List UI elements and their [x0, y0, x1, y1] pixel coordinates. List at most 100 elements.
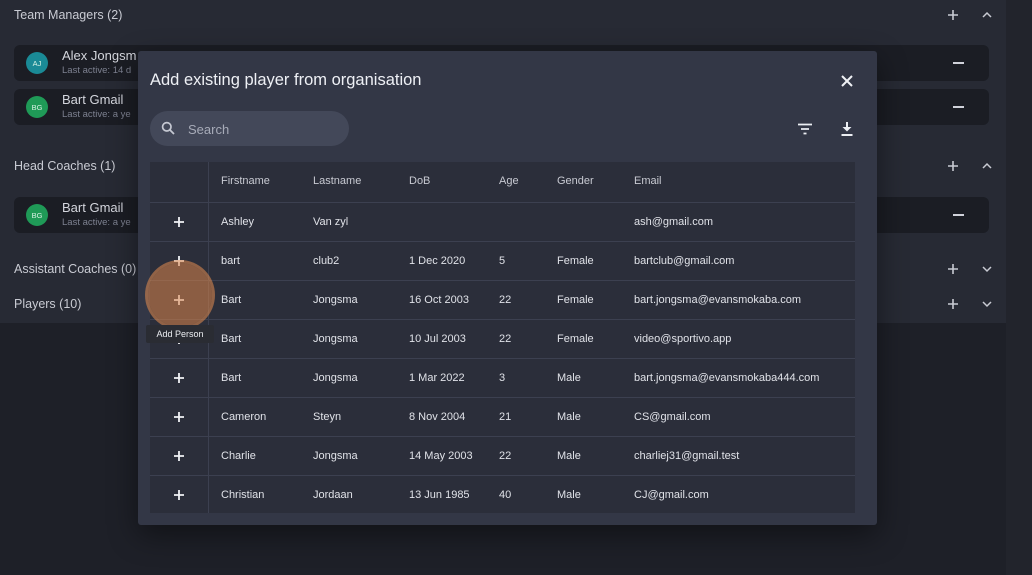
cell-email: CS@gmail.com — [634, 411, 711, 423]
filter-icon — [798, 123, 812, 135]
column-header-firstname[interactable]: Firstname — [221, 175, 270, 187]
add-team-manager-button[interactable] — [946, 8, 960, 22]
table-row: Ashley Van zyl ash@gmail.com — [150, 203, 855, 242]
add-person-button[interactable] — [167, 210, 191, 234]
cell-email: bart.jongsma@evansmokaba444.com — [634, 372, 820, 384]
chevron-up-icon — [982, 162, 992, 169]
cell-age: 5 — [499, 255, 506, 267]
add-person-button[interactable] — [167, 444, 191, 468]
remove-member-button[interactable] — [951, 100, 965, 114]
collapse-section-button[interactable] — [980, 159, 994, 173]
plus-icon — [948, 264, 958, 274]
search-input[interactable] — [188, 119, 338, 139]
add-player-dialog: Add existing player from organisation Fi… — [138, 51, 877, 525]
cell-email: CJ@gmail.com — [634, 489, 709, 501]
plus-icon — [174, 451, 184, 461]
cell-gender: Male — [557, 372, 581, 384]
cell-dob: 8 Nov 2004 — [409, 411, 466, 423]
section-title: Team Managers (2) — [14, 8, 123, 22]
member-last-active: Last active: a ye — [62, 217, 131, 228]
add-person-tooltip: Add Person — [146, 325, 214, 343]
cell-lastname: Jordaan — [313, 489, 353, 501]
cell-dob: 13 Jun 1985 — [409, 489, 470, 501]
players-table: Firstname Lastname DoB Age Gender Email … — [150, 162, 855, 513]
cell-age: 22 — [499, 294, 512, 306]
add-person-button[interactable] — [167, 483, 191, 507]
cell-firstname: Bart — [221, 294, 242, 306]
cell-gender: Female — [557, 294, 594, 306]
add-head-coach-button[interactable] — [946, 159, 960, 173]
cell-lastname: Van zyl — [313, 216, 349, 228]
cell-age: 22 — [499, 450, 512, 462]
column-header-lastname[interactable]: Lastname — [313, 175, 361, 187]
plus-icon — [174, 217, 184, 227]
column-header-email[interactable]: Email — [634, 175, 662, 187]
minus-icon — [952, 62, 964, 64]
download-button[interactable] — [838, 120, 856, 138]
cell-lastname: Jongsma — [313, 372, 358, 384]
cell-firstname: bart — [221, 255, 240, 267]
add-person-button[interactable] — [167, 405, 191, 429]
cell-email: ash@gmail.com — [634, 216, 714, 228]
add-person-button[interactable] — [167, 366, 191, 390]
page-side-gutter — [1006, 0, 1032, 575]
close-button[interactable] — [838, 72, 856, 90]
search-field[interactable] — [150, 111, 349, 146]
section-team-managers: Team Managers (2) — [14, 3, 1004, 27]
avatar: BG — [26, 96, 48, 118]
plus-icon — [948, 161, 958, 171]
cell-age: 21 — [499, 411, 512, 423]
member-name: Bart Gmail — [62, 92, 124, 107]
cell-email: video@sportivo.app — [634, 333, 732, 345]
chevron-down-icon — [982, 266, 992, 273]
add-player-button[interactable] — [946, 297, 960, 311]
cell-gender: Female — [557, 255, 594, 267]
expand-section-button[interactable] — [980, 262, 994, 276]
plus-icon — [948, 299, 958, 309]
member-name: Bart Gmail — [62, 200, 124, 215]
click-highlight — [148, 263, 212, 327]
minus-icon — [952, 214, 964, 216]
column-header-gender[interactable]: Gender — [557, 175, 594, 187]
cell-age: 3 — [499, 372, 506, 384]
collapse-section-button[interactable] — [980, 8, 994, 22]
table-row: bart club2 1 Dec 2020 5 Female bartclub@gmail… — [150, 242, 855, 281]
cell-firstname: Ashley — [221, 216, 255, 228]
cell-gender: Male — [557, 450, 581, 462]
cell-gender: Male — [557, 411, 581, 423]
cell-email: bartclub@gmail.com — [634, 255, 735, 267]
table-row: Bart Jongsma 10 Jul 2003 22 Female video@spor… — [150, 320, 855, 359]
cell-dob: 1 Mar 2022 — [409, 372, 465, 384]
cell-lastname: Jongsma — [313, 450, 358, 462]
cell-firstname: Cameron — [221, 411, 267, 423]
cell-gender: Male — [557, 489, 581, 501]
column-header-age[interactable]: Age — [499, 175, 519, 187]
remove-member-button[interactable] — [951, 208, 965, 222]
table-row: Charlie Jongsma 14 May 2003 22 Male charliej3… — [150, 437, 855, 476]
cell-dob: 1 Dec 2020 — [409, 255, 466, 267]
table-row: Bart Jongsma 16 Oct 2003 22 Female bart.jongs… — [150, 281, 855, 320]
member-last-active: Last active: a ye — [62, 109, 131, 120]
plus-icon — [948, 10, 958, 20]
cell-dob: 14 May 2003 — [409, 450, 473, 462]
cell-firstname: Bart — [221, 333, 242, 345]
table-row: Cameron Steyn 8 Nov 2004 21 Male CS@gmail.com — [150, 398, 855, 437]
search-icon — [161, 121, 175, 135]
cell-lastname: club2 — [313, 255, 340, 267]
add-cell — [150, 437, 209, 475]
cell-lastname: Jongsma — [313, 333, 358, 345]
cell-age: 40 — [499, 489, 512, 501]
download-icon — [841, 122, 853, 136]
cell-email: charliej31@gmail.test — [634, 450, 740, 462]
expand-section-button[interactable] — [980, 297, 994, 311]
remove-member-button[interactable] — [951, 56, 965, 70]
chevron-up-icon — [982, 11, 992, 18]
cell-gender: Female — [557, 333, 594, 345]
add-assistant-coach-button[interactable] — [946, 262, 960, 276]
add-cell — [150, 203, 209, 241]
plus-icon — [174, 412, 184, 422]
add-cell — [150, 476, 209, 513]
cell-firstname: Christian — [221, 489, 265, 501]
column-header-dob[interactable]: DoB — [409, 175, 430, 187]
filter-button[interactable] — [796, 120, 814, 138]
